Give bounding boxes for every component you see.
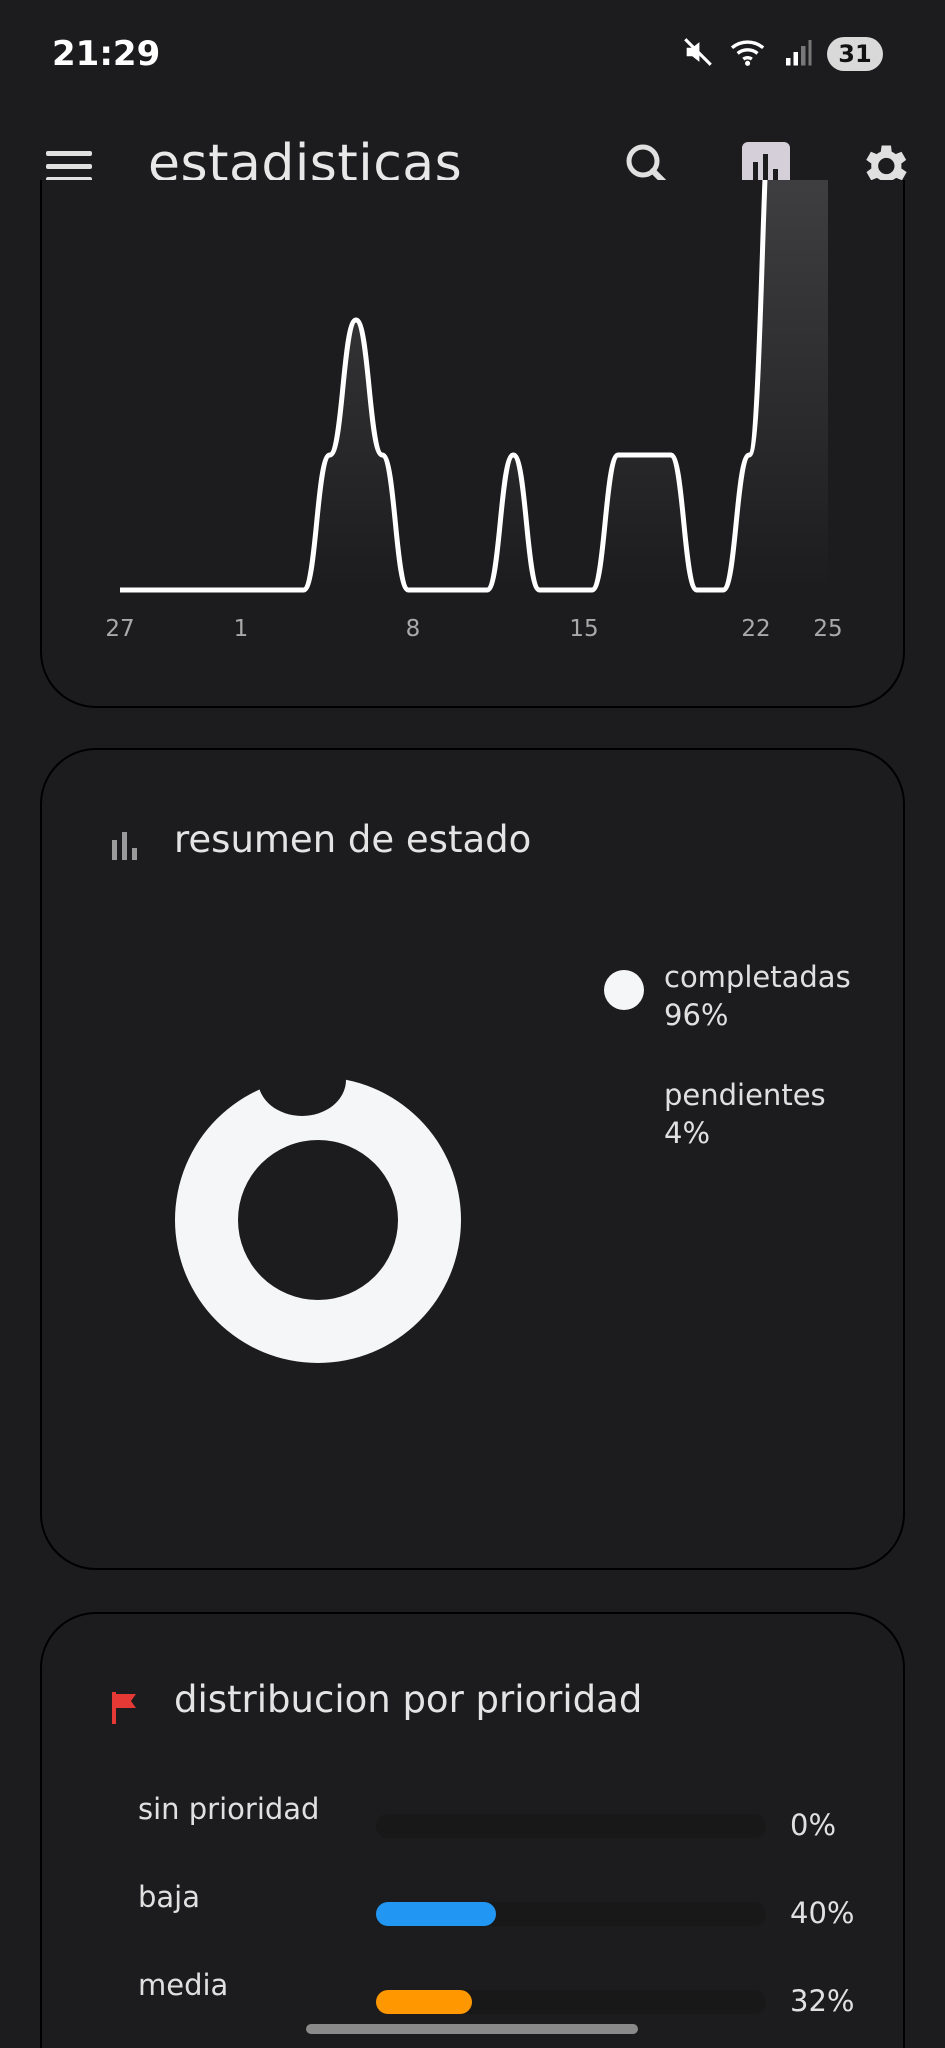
priority-bar-track — [376, 1990, 766, 2014]
x-tick-label: 27 — [105, 616, 134, 642]
section-title: resumen de estado — [174, 818, 532, 861]
status-donut-chart — [175, 1044, 461, 1363]
x-tick-label: 1 — [234, 616, 249, 642]
timeline-line — [120, 180, 768, 593]
legend-item-completed: completadas 96% — [604, 960, 864, 1050]
mute-icon — [681, 35, 715, 73]
legend-value: 96% — [664, 998, 729, 1032]
timeline-area-fill — [120, 180, 828, 590]
status-bar: 21:29 31 — [0, 0, 945, 88]
legend-label: completadas — [664, 960, 850, 994]
legend-item-pending: pendientes 4% — [604, 1078, 864, 1168]
status-icons: 31 — [681, 34, 883, 74]
priority-label: media — [138, 1968, 229, 2002]
signal-icon — [783, 37, 813, 71]
priority-percent: 32% — [790, 1984, 855, 2018]
home-indicator[interactable] — [306, 2024, 638, 2034]
x-tick-label: 22 — [741, 616, 770, 642]
flag-icon — [108, 1690, 144, 1726]
priority-bar-track — [376, 1902, 766, 1926]
battery-icon: 31 — [827, 37, 883, 71]
legend-value: 4% — [664, 1116, 711, 1150]
section-title: distribucion por prioridad — [174, 1678, 643, 1721]
priority-percent: 0% — [790, 1808, 837, 1842]
wifi-icon — [729, 35, 769, 73]
priority-percent: 40% — [790, 1896, 855, 1930]
x-tick-label: 15 — [569, 616, 598, 642]
priority-bar-fill — [376, 1902, 497, 1926]
priority-distribution-card: distribucion por prioridad sin prioridad… — [40, 1612, 905, 2048]
donut-hole — [238, 1140, 398, 1300]
status-time: 21:29 — [52, 34, 161, 74]
legend-swatch — [604, 970, 644, 1010]
legend-label: pendientes — [664, 1078, 826, 1112]
priority-row-low: baja 40% — [138, 1880, 878, 1940]
x-tick-label: 8 — [406, 616, 421, 642]
bar-chart-icon — [108, 828, 144, 864]
timeline-chart: 27 1 8 15 22 25 — [105, 180, 843, 642]
status-summary-card: resumen de estado completadas 96% pendie… — [40, 748, 905, 1570]
priority-label: sin prioridad — [138, 1792, 320, 1826]
priority-bar-track — [376, 1814, 766, 1838]
timeline-chart-card: 27 1 8 15 22 25 — [40, 180, 905, 708]
x-tick-label: 25 — [813, 616, 842, 642]
priority-bar-fill — [376, 1990, 473, 2014]
priority-label: baja — [138, 1880, 201, 1914]
legend-swatch — [604, 1088, 644, 1128]
priority-row-none: sin prioridad 0% — [138, 1792, 878, 1852]
priority-row-medium: media 32% — [138, 1968, 878, 2028]
donut-slice-pending — [258, 1044, 346, 1116]
